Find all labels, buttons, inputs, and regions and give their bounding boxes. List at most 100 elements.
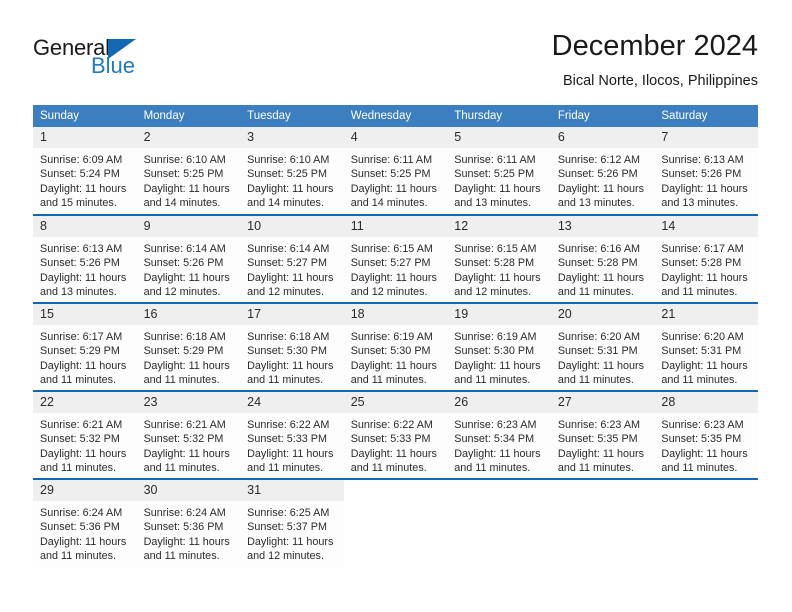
daylight-duration-line-1: Daylight: 11 hours <box>350 182 437 195</box>
daylight-duration-line-1: Daylight: 11 hours <box>40 271 127 284</box>
sunrise-time: Sunrise: 6:17 AM <box>661 243 744 255</box>
sunset-time: Sunset: 5:27 PM <box>247 257 327 270</box>
sunset-time: Sunset: 5:29 PM <box>40 345 120 358</box>
sunset-time: Sunset: 5:35 PM <box>557 433 638 446</box>
day-details: Sunrise: 6:24 AM Sunset: 5:36 PM Daylight:… <box>137 501 241 564</box>
weekday-header-monday: Monday <box>136 105 241 127</box>
sunset-time: Sunset: 5:33 PM <box>247 433 327 446</box>
general-blue-logo[interactable]: General Blue <box>33 36 163 88</box>
calendar-day-cell[interactable]: 12 Sunrise: 6:15 AM Sunset: 5:28 PM Dayligh… <box>447 214 551 303</box>
calendar-day-cell[interactable]: 9 Sunrise: 6:14 AM Sunset: 5:26 PM Daylight… <box>136 214 241 303</box>
sunset-time: Sunset: 5:36 PM <box>40 521 120 534</box>
sunset-time: Sunset: 5:28 PM <box>454 257 535 270</box>
day-number: 5 <box>447 127 551 148</box>
day-details: Sunrise: 6:15 AM Sunset: 5:27 PM Daylight:… <box>344 237 448 300</box>
daylight-duration-line-2: and 11 minutes. <box>247 462 324 475</box>
day-details: Sunrise: 6:16 AM Sunset: 5:28 PM Daylight:… <box>551 237 655 300</box>
sunset-time: Sunset: 5:33 PM <box>350 433 431 446</box>
calendar-day-cell[interactable]: 27 Sunrise: 6:23 AM Sunset: 5:35 PM Dayligh… <box>550 390 655 479</box>
calendar-day-cell[interactable]: 13 Sunrise: 6:16 AM Sunset: 5:28 PM Dayligh… <box>550 214 655 303</box>
calendar-day-cell[interactable]: 5 Sunrise: 6:11 AM Sunset: 5:25 PM Daylight… <box>447 127 551 215</box>
daylight-duration-line-1: Daylight: 11 hours <box>40 359 127 372</box>
daylight-duration-line-1: Daylight: 11 hours <box>247 271 334 284</box>
calendar-day-cell[interactable]: 20 Sunrise: 6:20 AM Sunset: 5:31 PM Dayligh… <box>550 302 655 391</box>
calendar-day-cell[interactable]: 25 Sunrise: 6:22 AM Sunset: 5:33 PM Dayligh… <box>343 390 448 479</box>
day-details: Sunrise: 6:10 AM Sunset: 5:25 PM Daylight:… <box>137 148 241 211</box>
sunset-time: Sunset: 5:29 PM <box>143 345 224 358</box>
calendar-day-cell[interactable]: 30 Sunrise: 6:24 AM Sunset: 5:36 PM Dayligh… <box>136 478 241 567</box>
day-number: 19 <box>447 304 551 325</box>
sunset-time: Sunset: 5:26 PM <box>143 257 224 270</box>
calendar-day-cell[interactable]: 1 Sunrise: 6:09 AM Sunset: 5:24 PM Daylight… <box>33 127 137 215</box>
calendar-day-cell[interactable]: 22 Sunrise: 6:21 AM Sunset: 5:32 PM Dayligh… <box>33 390 137 479</box>
daylight-duration-line-1: Daylight: 11 hours <box>40 182 127 195</box>
daylight-duration-line-2: and 11 minutes. <box>661 286 738 299</box>
day-number: 30 <box>136 480 241 501</box>
day-number: 21 <box>654 304 758 325</box>
calendar-day-cell[interactable]: 26 Sunrise: 6:23 AM Sunset: 5:34 PM Dayligh… <box>447 390 551 479</box>
calendar-day-cell[interactable]: 31 Sunrise: 6:25 AM Sunset: 5:37 PM Dayligh… <box>240 478 344 567</box>
daylight-duration-line-1: Daylight: 11 hours <box>247 359 334 372</box>
calendar-cell-empty <box>343 478 448 567</box>
calendar-day-cell[interactable]: 17 Sunrise: 6:18 AM Sunset: 5:30 PM Dayligh… <box>240 302 344 391</box>
daylight-duration-line-1: Daylight: 11 hours <box>454 447 541 460</box>
daylight-duration-line-2: and 12 minutes. <box>143 286 221 299</box>
daylight-duration-line-1: Daylight: 11 hours <box>143 182 230 195</box>
calendar-day-cell[interactable]: 21 Sunrise: 6:20 AM Sunset: 5:31 PM Dayligh… <box>654 302 758 391</box>
calendar-day-cell[interactable]: 14 Sunrise: 6:17 AM Sunset: 5:28 PM Dayligh… <box>654 214 758 303</box>
sunrise-time: Sunrise: 6:24 AM <box>40 507 123 519</box>
page-subtitle: Bical Norte, Ilocos, Philippines <box>562 73 758 89</box>
daylight-duration-line-1: Daylight: 11 hours <box>454 182 541 195</box>
sunrise-time: Sunrise: 6:10 AM <box>247 154 330 166</box>
sunrise-time: Sunrise: 6:18 AM <box>143 331 226 343</box>
calendar-day-cell[interactable]: 19 Sunrise: 6:19 AM Sunset: 5:30 PM Dayligh… <box>447 302 551 391</box>
sunrise-time: Sunrise: 6:14 AM <box>247 243 330 255</box>
sunrise-time: Sunrise: 6:11 AM <box>350 154 433 166</box>
daylight-duration-line-2: and 14 minutes. <box>350 197 428 210</box>
calendar-day-cell[interactable]: 11 Sunrise: 6:15 AM Sunset: 5:27 PM Dayligh… <box>343 214 448 303</box>
calendar-day-cell[interactable]: 29 Sunrise: 6:24 AM Sunset: 5:36 PM Dayligh… <box>33 478 137 567</box>
day-number: 26 <box>447 392 551 413</box>
day-number <box>447 480 551 501</box>
sunset-time: Sunset: 5:26 PM <box>557 168 638 181</box>
day-details: Sunrise: 6:14 AM Sunset: 5:26 PM Daylight:… <box>137 237 241 300</box>
sunrise-time: Sunrise: 6:22 AM <box>350 419 433 431</box>
calendar-day-cell[interactable]: 15 Sunrise: 6:17 AM Sunset: 5:29 PM Dayligh… <box>33 302 137 391</box>
calendar-day-cell[interactable]: 8 Sunrise: 6:13 AM Sunset: 5:26 PM Daylight… <box>33 214 137 303</box>
sunset-time: Sunset: 5:32 PM <box>143 433 224 446</box>
calendar-week-row: 8 Sunrise: 6:13 AM Sunset: 5:26 PM Daylight… <box>33 214 758 303</box>
calendar-day-cell[interactable]: 24 Sunrise: 6:22 AM Sunset: 5:33 PM Dayligh… <box>240 390 344 479</box>
calendar-page: General Blue December 2024 Bical Norte, … <box>0 0 792 612</box>
day-details: Sunrise: 6:22 AM Sunset: 5:33 PM Daylight:… <box>344 413 448 476</box>
sunset-time: Sunset: 5:30 PM <box>454 345 535 358</box>
sunrise-time: Sunrise: 6:25 AM <box>247 507 330 519</box>
calendar-cell-empty <box>654 478 758 567</box>
calendar-day-cell[interactable]: 7 Sunrise: 6:13 AM Sunset: 5:26 PM Daylight… <box>654 127 758 215</box>
daylight-duration-line-1: Daylight: 11 hours <box>557 447 645 460</box>
daylight-duration-line-2: and 11 minutes. <box>350 462 427 475</box>
calendar-day-cell[interactable]: 3 Sunrise: 6:10 AM Sunset: 5:25 PM Daylight… <box>240 127 344 215</box>
calendar-day-cell[interactable]: 23 Sunrise: 6:21 AM Sunset: 5:32 PM Dayligh… <box>136 390 241 479</box>
daylight-duration-line-2: and 11 minutes. <box>557 374 634 387</box>
day-details: Sunrise: 6:19 AM Sunset: 5:30 PM Daylight:… <box>447 325 551 388</box>
calendar-day-cell[interactable]: 16 Sunrise: 6:18 AM Sunset: 5:29 PM Dayligh… <box>136 302 241 391</box>
daylight-duration-line-2: and 11 minutes. <box>143 374 220 387</box>
calendar-day-cell[interactable]: 2 Sunrise: 6:10 AM Sunset: 5:25 PM Daylight… <box>136 127 241 215</box>
weekday-header-saturday: Saturday <box>654 105 758 127</box>
calendar-day-cell[interactable]: 4 Sunrise: 6:11 AM Sunset: 5:25 PM Daylight… <box>343 127 448 215</box>
day-number: 8 <box>33 216 137 237</box>
calendar-day-cell[interactable]: 18 Sunrise: 6:19 AM Sunset: 5:30 PM Dayligh… <box>343 302 448 391</box>
calendar-day-cell[interactable]: 28 Sunrise: 6:23 AM Sunset: 5:35 PM Dayligh… <box>654 390 758 479</box>
day-number: 14 <box>654 216 758 237</box>
calendar-day-cell[interactable]: 6 Sunrise: 6:12 AM Sunset: 5:26 PM Daylight… <box>550 127 655 215</box>
daylight-duration-line-1: Daylight: 11 hours <box>557 182 645 195</box>
daylight-duration-line-2: and 11 minutes. <box>40 374 117 387</box>
day-details: Sunrise: 6:10 AM Sunset: 5:25 PM Daylight:… <box>240 148 344 211</box>
day-details: Sunrise: 6:20 AM Sunset: 5:31 PM Daylight:… <box>654 325 758 388</box>
day-number: 10 <box>240 216 344 237</box>
sunset-time: Sunset: 5:25 PM <box>350 168 431 181</box>
daylight-duration-line-2: and 11 minutes. <box>454 462 531 475</box>
calendar-day-cell[interactable]: 10 Sunrise: 6:14 AM Sunset: 5:27 PM Dayligh… <box>240 214 344 303</box>
weekday-header-friday: Friday <box>550 105 655 127</box>
daylight-duration-line-1: Daylight: 11 hours <box>350 447 437 460</box>
